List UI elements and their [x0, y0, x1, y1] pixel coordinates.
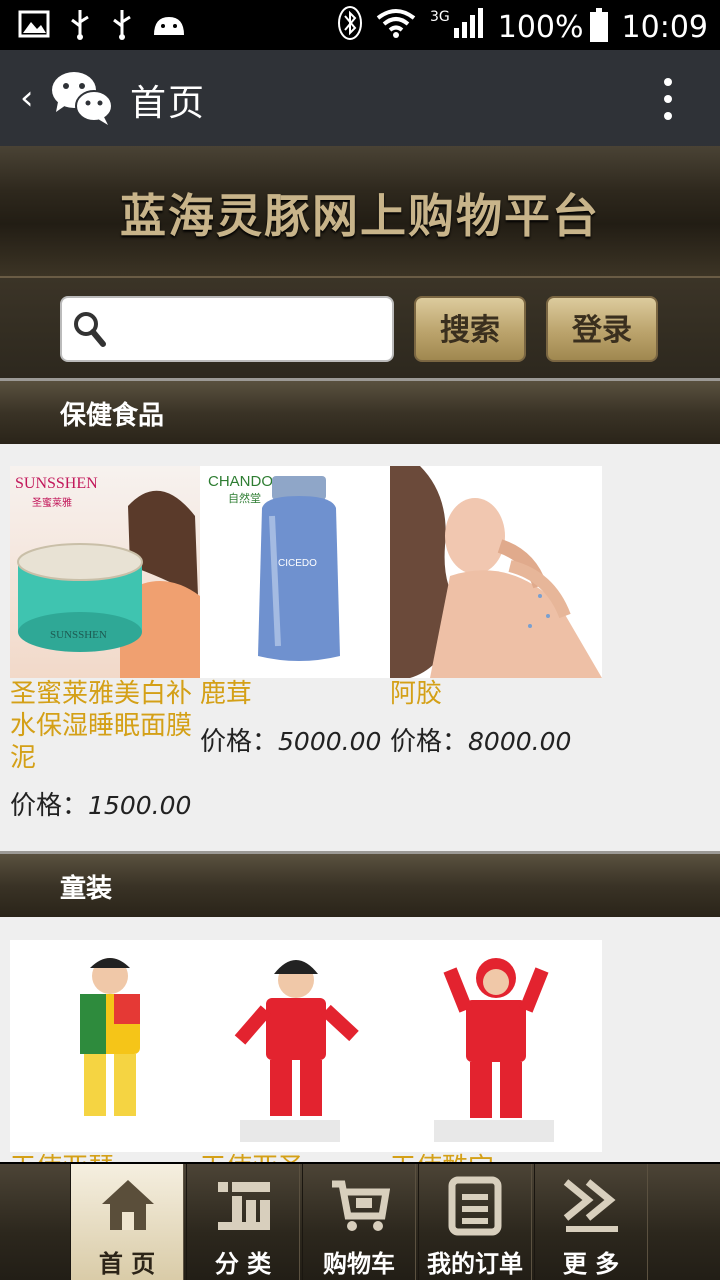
- product-card[interactable]: CHANDO 自然堂 CICEDO 鹿茸 价格：5000.00: [200, 466, 390, 758]
- product-name[interactable]: 鹿茸: [200, 678, 390, 710]
- bottom-tab-bar: 首 页 分 类 购物车 我的订单 更 多: [0, 1162, 720, 1280]
- tab-label: 更 多: [562, 1250, 620, 1278]
- section-header-kids-clothing[interactable]: 童装: [0, 851, 720, 917]
- tab-label: 分 类: [214, 1250, 272, 1278]
- brand-logo-text: CHANDO: [208, 473, 273, 490]
- wechat-icon[interactable]: [50, 68, 114, 128]
- product-price: 价格：5000.00: [200, 727, 382, 757]
- bluetooth-icon: [337, 6, 362, 48]
- signal-icon: [453, 8, 484, 46]
- tab-label: 首 页: [98, 1250, 156, 1278]
- orders-icon: [448, 1176, 502, 1236]
- network-type: 3G: [429, 9, 450, 25]
- usb-icon-2: [110, 8, 134, 44]
- product-image-kids-outfit[interactable]: [10, 940, 200, 1152]
- wifi-icon: [376, 8, 416, 46]
- product-image-deer-antler[interactable]: CHANDO 自然堂 CICEDO: [200, 466, 390, 678]
- banner-title: 蓝海灵豚网上购物平台: [120, 189, 600, 243]
- back-button[interactable]: ‹: [20, 78, 34, 118]
- product-price: 价格：1500.00: [10, 791, 192, 821]
- clock: 10:09: [621, 9, 708, 45]
- product-image-kids-outfit[interactable]: [200, 940, 390, 1152]
- product-price: 价格：8000.00: [390, 727, 572, 757]
- search-input[interactable]: [60, 296, 394, 362]
- brand-logo-cn: 圣蜜莱雅: [32, 496, 72, 509]
- section-header-health-food[interactable]: 保健食品: [0, 378, 720, 444]
- product-card[interactable]: 天使酷宝: [390, 940, 602, 1184]
- page-title: 首页: [130, 83, 207, 124]
- tab-more[interactable]: 更 多: [534, 1164, 648, 1280]
- section-title: 童装: [60, 874, 113, 904]
- action-bar: ‹ 首页: [0, 50, 720, 146]
- category-icon: [218, 1182, 270, 1230]
- product-name[interactable]: 圣蜜莱雅美白补水保湿睡眠面膜泥: [10, 678, 200, 774]
- login-button[interactable]: 登录: [546, 296, 658, 362]
- section-title: 保健食品: [60, 401, 165, 431]
- android-icon: [152, 11, 186, 41]
- tab-home[interactable]: 首 页: [70, 1164, 184, 1280]
- more-icon: [563, 1179, 618, 1232]
- product-card[interactable]: 天使亚瑟: [10, 940, 200, 1184]
- battery-icon: [589, 8, 608, 42]
- overflow-menu-icon[interactable]: [664, 78, 672, 120]
- product-card[interactable]: SUNSSHEN 圣蜜莱雅 SUNSSHEN 圣蜜莱雅美白补水保湿睡眠面膜泥 价…: [10, 466, 200, 822]
- search-icon: [72, 310, 106, 348]
- tab-category[interactable]: 分 类: [186, 1164, 300, 1280]
- brand-logo-cn: 自然堂: [228, 491, 261, 505]
- tab-label: 购物车: [323, 1250, 395, 1278]
- svg-text:SUNSSHEN: SUNSSHEN: [50, 629, 107, 641]
- status-bar: 3G 100% 10:09: [0, 0, 720, 50]
- tab-cart[interactable]: 购物车: [302, 1164, 416, 1280]
- battery-text: 100%: [497, 9, 584, 45]
- cart-icon: [332, 1180, 390, 1231]
- tab-orders[interactable]: 我的订单: [418, 1164, 532, 1280]
- product-name[interactable]: 阿胶: [390, 678, 580, 710]
- tab-label: 我的订单: [427, 1250, 523, 1278]
- svg-text:CICEDO: CICEDO: [278, 558, 317, 569]
- product-image-kids-outfit[interactable]: [390, 940, 602, 1152]
- brand-logo-text: SUNSSHEN: [15, 475, 98, 492]
- brand-banner: 蓝海灵豚网上购物平台: [0, 146, 720, 276]
- search-bar: 搜索 登录: [0, 276, 720, 378]
- image-notification-icon: [18, 10, 50, 42]
- product-card[interactable]: 阿胶 价格：8000.00: [390, 466, 602, 758]
- home-icon: [102, 1180, 154, 1230]
- usb-icon: [68, 8, 92, 44]
- search-button[interactable]: 搜索: [414, 296, 526, 362]
- product-image-donkey-gelatin[interactable]: [390, 466, 602, 678]
- product-card[interactable]: 天使亚圣: [200, 940, 390, 1184]
- product-image-face-mask[interactable]: SUNSSHEN 圣蜜莱雅 SUNSSHEN: [10, 466, 200, 678]
